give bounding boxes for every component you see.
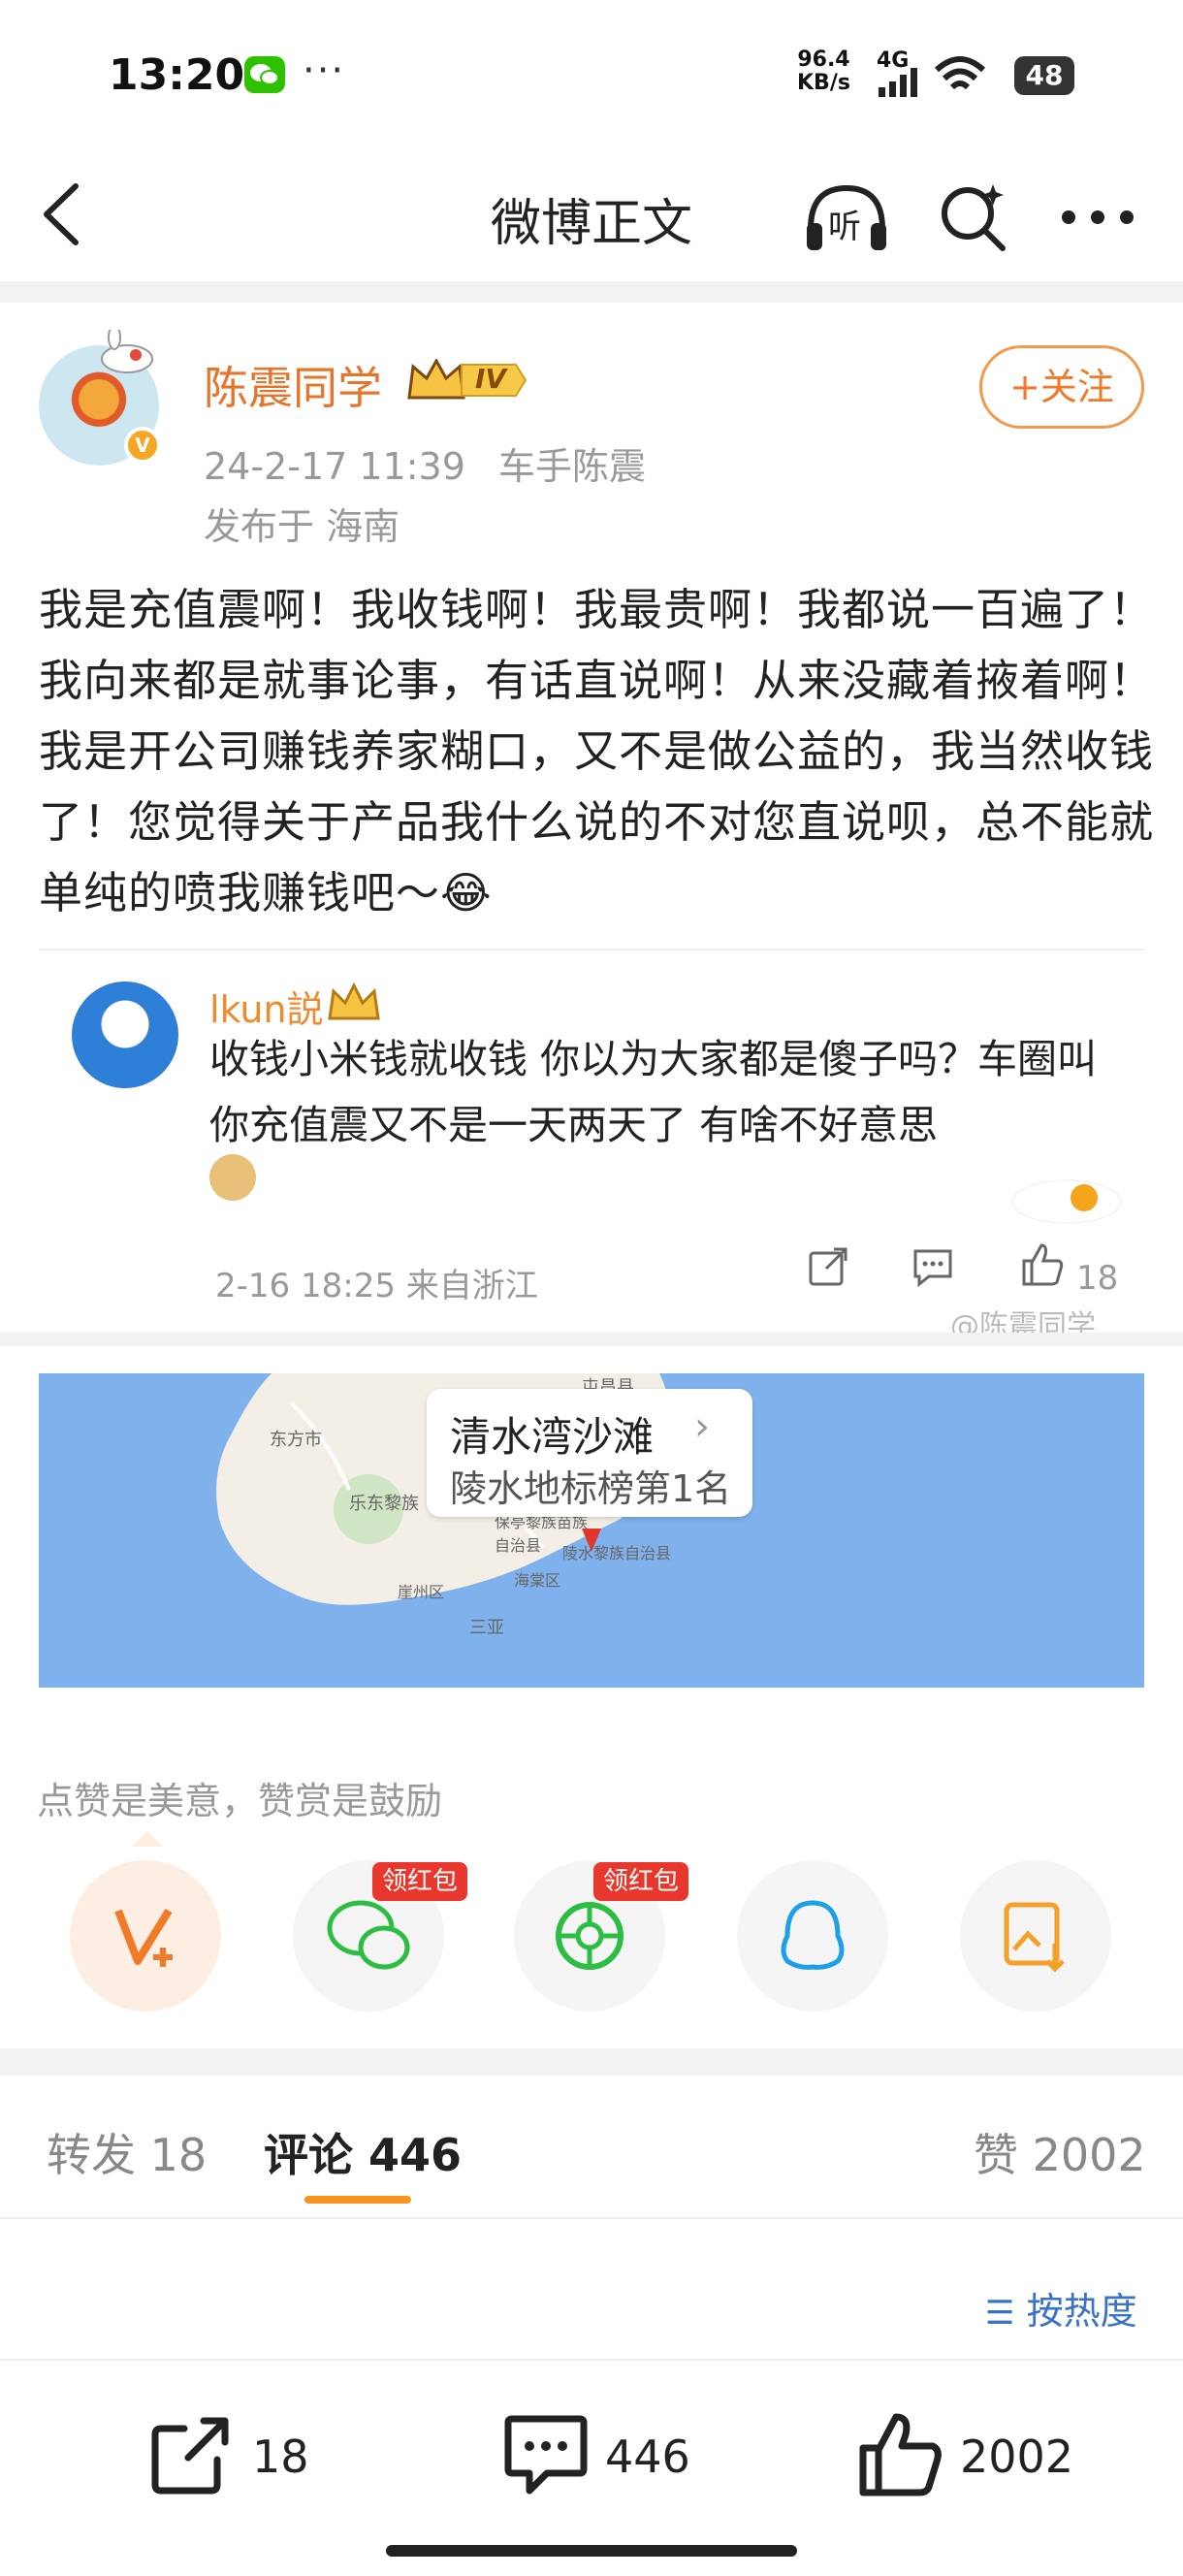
commenter-avatar[interactable]: [72, 982, 178, 1088]
more-icon[interactable]: [1059, 208, 1136, 227]
qq-icon: [781, 1900, 845, 1970]
like-icon[interactable]: [1018, 1241, 1065, 1288]
sort-by-hot-button[interactable]: ☰ 按热度: [985, 2281, 1137, 2334]
comment-like-count: 18: [1076, 1259, 1119, 1298]
net-speed: 96.4 KB/s: [797, 48, 850, 95]
home-indicator[interactable]: [386, 2545, 797, 2557]
repost-icon[interactable]: [149, 2411, 237, 2498]
search-icon[interactable]: [937, 180, 1010, 254]
rabbit-decoration-icon: [101, 330, 153, 373]
tab-likes[interactable]: 赞 2002: [974, 2120, 1146, 2184]
red-packet-badge: 领红包: [372, 1862, 468, 1901]
battery-icon: 48: [1014, 56, 1074, 95]
crown-badge-icon: [328, 982, 380, 1020]
comment-icon[interactable]: [502, 2411, 590, 2498]
comment-meta: 2-16 18:25 来自浙江: [215, 1267, 538, 1305]
member-level-badge: IV: [407, 359, 528, 402]
place-name: 清水湾沙滩: [450, 1413, 655, 1461]
save-image-button[interactable]: [960, 1860, 1111, 2012]
share-icon[interactable]: [807, 1245, 849, 1288]
listen-icon[interactable]: 听: [803, 180, 890, 254]
like-icon[interactable]: [857, 2411, 944, 2498]
section-divider: [0, 281, 1183, 303]
like-count[interactable]: 2002: [960, 2431, 1073, 2483]
qq-share-button[interactable]: [737, 1860, 888, 2012]
status-bar: 13:20 ··· 96.4 KB/s 4G 48: [0, 0, 1183, 145]
author-name[interactable]: 陈震同学: [204, 353, 382, 417]
save-image-icon: [1004, 1902, 1065, 1973]
post-meta: 24-2-17 11:39 车手陈震: [204, 436, 646, 490]
wechat-notification-icon: [244, 56, 285, 93]
wifi-icon: [934, 56, 986, 90]
author-avatar[interactable]: V: [39, 330, 165, 466]
place-rank: 陵水地标榜第1名: [450, 1467, 732, 1510]
signal-icon: [879, 68, 917, 97]
chevron-right-icon: ›: [694, 1404, 710, 1449]
tab-divider: [0, 2217, 1183, 2219]
comment-icon[interactable]: [911, 1245, 954, 1288]
more-notifications-icon: ···: [303, 48, 346, 93]
reward-label: 点赞是美意，赞赏是鼓励: [37, 1780, 443, 1822]
doge-emoji-icon: [209, 1154, 256, 1201]
post-location: 发布于 海南: [204, 505, 400, 548]
nav-bar: 微博正文 听: [0, 145, 1183, 281]
section-divider: [0, 1333, 1183, 1346]
vplus-button[interactable]: [70, 1860, 221, 2012]
post-body: 我是充值震啊！我收钱啊！我最贵啊！我都说一百遍了！我向来都是就事论事，有话直说啊…: [39, 584, 1155, 918]
repost-count[interactable]: 18: [252, 2431, 309, 2483]
verified-badge-icon: V: [124, 427, 161, 464]
status-time: 13:20: [109, 50, 245, 100]
follow-button[interactable]: +关注: [979, 345, 1144, 429]
tooltip-arrow-icon: [132, 1831, 163, 1847]
post-source[interactable]: 车手陈震: [498, 445, 646, 488]
comment-count[interactable]: 446: [605, 2431, 690, 2483]
comment-text: 收钱小米钱就收钱 你以为大家都是傻子吗？车圈叫你充值震又不是一天两天了 有啥不好…: [209, 1036, 1098, 1148]
tab-repost[interactable]: 转发 18: [47, 2120, 207, 2184]
vplus-icon: [114, 1908, 173, 1967]
map-place-card[interactable]: 清水湾沙滩 › 陵水地标榜第1名: [427, 1389, 752, 1517]
sort-icon: ☰: [985, 2294, 1015, 2333]
tab-comments[interactable]: 评论 446: [264, 2120, 462, 2184]
red-packet-badge: 领红包: [593, 1862, 689, 1901]
section-divider: [0, 2048, 1183, 2076]
active-tab-indicator: [304, 2196, 411, 2204]
quoted-comment-card[interactable]: lkun説 收钱小米钱就收钱 你以为大家都是傻子吗？车圈叫你充值震又不是一天两天…: [39, 949, 1144, 1327]
post-date: 24-2-17 11:39: [204, 445, 465, 488]
commenter-name[interactable]: lkun説: [209, 980, 324, 1033]
egg-sticker-icon: [1011, 1179, 1122, 1224]
